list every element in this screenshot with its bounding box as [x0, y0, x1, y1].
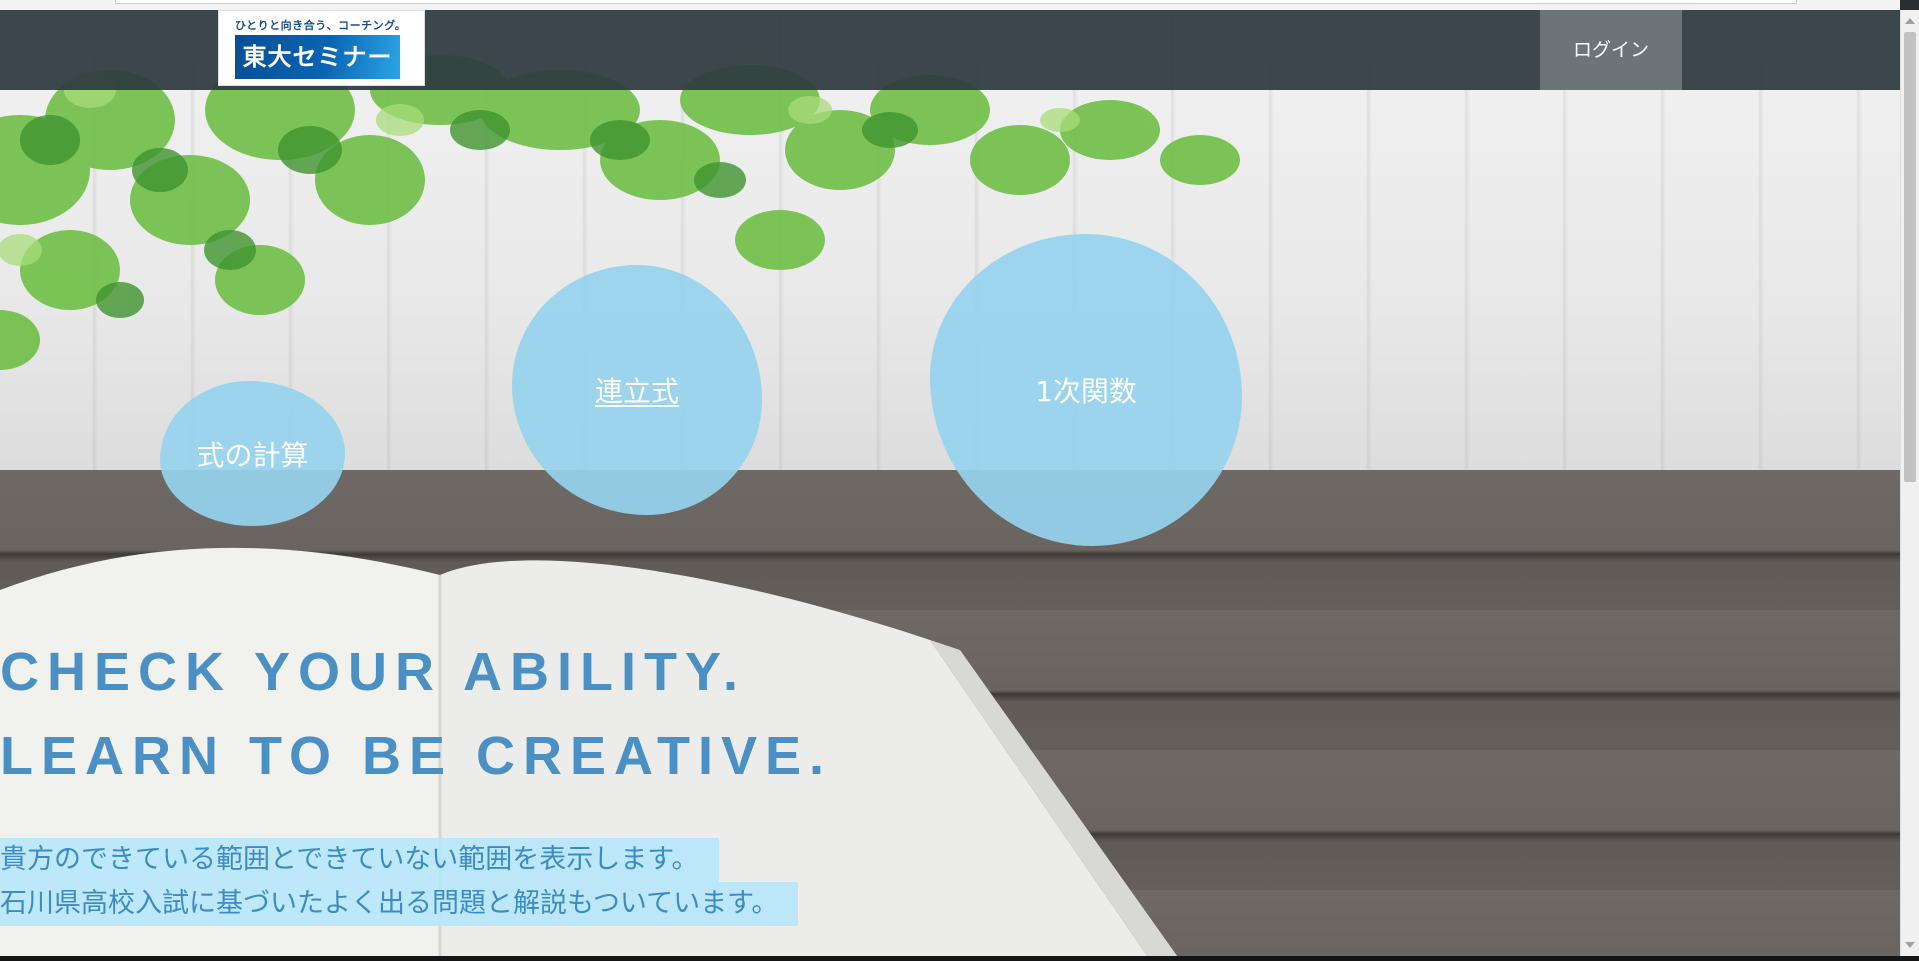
description-line-1: 貴方のできている範囲とできていない範囲を表示します。	[0, 838, 719, 882]
login-button[interactable]: ログイン	[1540, 10, 1682, 90]
logo-name: 東大セミナー	[235, 35, 400, 79]
topic-label: 連立式	[594, 375, 679, 408]
topic-label: 1次関数	[1035, 375, 1137, 408]
browser-top-edge	[0, 0, 1900, 10]
scroll-down-icon[interactable]	[1905, 942, 1915, 948]
logo-tagline: ひとりと向き合う、コーチング。	[235, 19, 407, 32]
headline-line-2: LEARN TO BE CREATIVE.	[0, 726, 833, 786]
description-line-2: 石川県高校入試に基づいたよく出る問題と解説もついています。	[0, 882, 799, 926]
site-logo[interactable]: ひとりと向き合う、コーチング。 東大セミナー	[218, 10, 425, 86]
hero-description: 貴方のできている範囲とできていない範囲を表示します。 石川県高校入試に基づいたよ…	[0, 838, 799, 926]
scroll-thumb[interactable]	[1904, 32, 1916, 482]
vertical-scrollbar[interactable]	[1900, 10, 1919, 956]
topic-label: 式の計算	[196, 438, 309, 472]
taskbar-edge	[0, 956, 1919, 961]
scroll-up-icon[interactable]	[1905, 18, 1915, 24]
hero-headline: CHECK YOUR ABILITY. LEARN TO BE CREATIVE…	[0, 630, 832, 798]
address-bar-edge	[115, 0, 1797, 4]
headline-line-1: CHECK YOUR ABILITY.	[0, 642, 747, 702]
topic-bubble-expression[interactable]: 式の計算	[160, 381, 345, 526]
